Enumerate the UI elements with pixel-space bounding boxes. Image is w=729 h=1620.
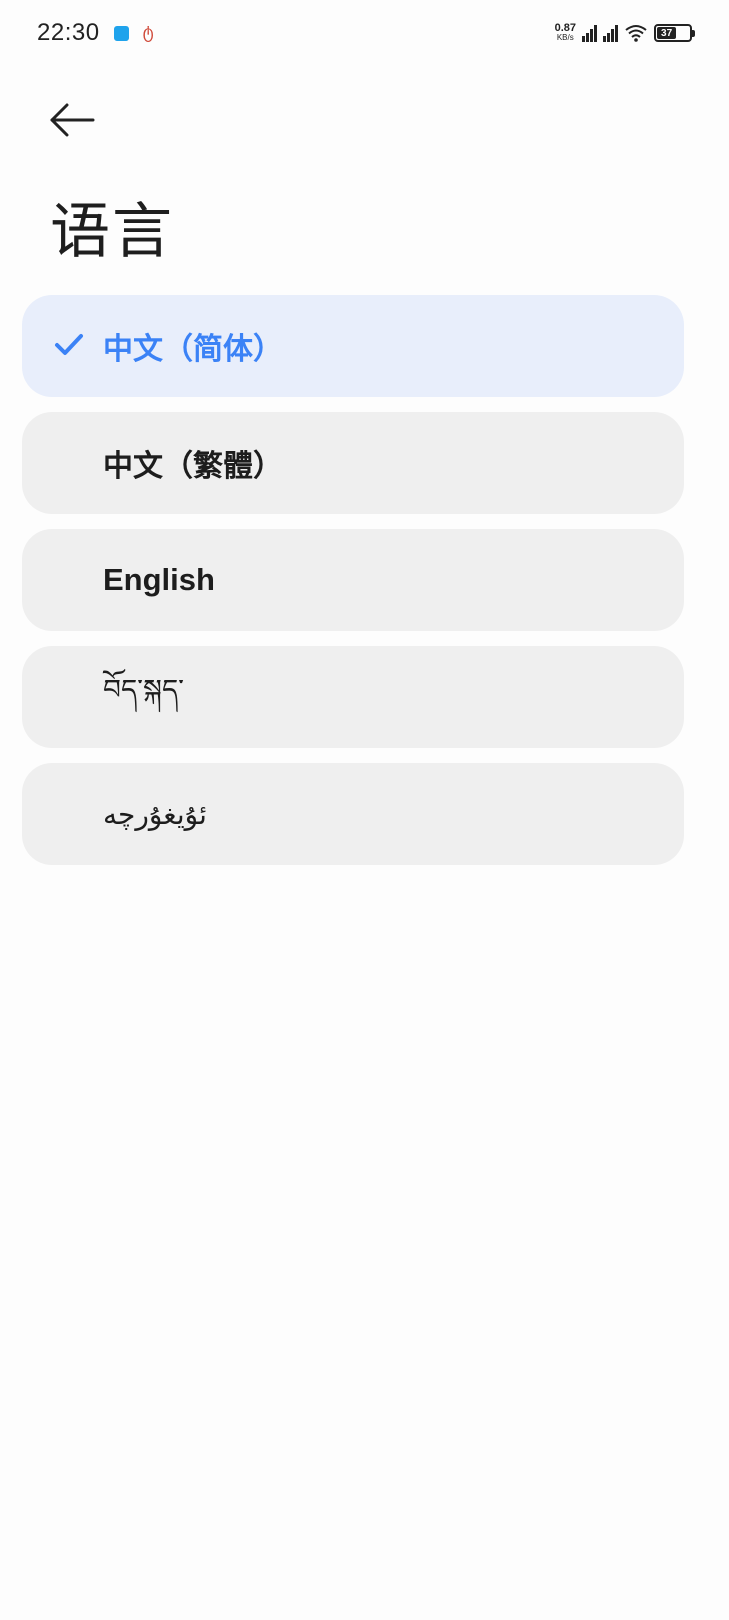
notification-app-icon — [113, 25, 129, 41]
battery-level: 37 — [657, 27, 677, 39]
language-label: English — [103, 562, 215, 597]
notification-app-2-icon: ტ — [142, 23, 154, 43]
signal-2-icon — [603, 24, 618, 42]
language-settings-screen: 22:30 ტ 0.87 KB/s 37 语言 中文（简体） 中文（繁體） En… — [0, 0, 729, 1620]
status-bar: 22:30 ტ 0.87 KB/s 37 — [0, 0, 729, 66]
language-option-zh-hans[interactable]: 中文（简体） — [22, 295, 684, 397]
language-option-english[interactable]: English — [22, 529, 684, 631]
language-label: 中文（繁體） — [103, 449, 283, 484]
wifi-icon — [625, 25, 647, 42]
page-title: 语言 — [50, 197, 174, 267]
network-speed: 0.87 KB/s — [554, 22, 576, 43]
network-speed-unit: KB/s — [556, 33, 574, 42]
language-option-zh-hant[interactable]: 中文（繁體） — [22, 412, 684, 514]
language-label: 中文（简体） — [103, 332, 283, 367]
status-time: 22:30 — [37, 19, 100, 46]
status-bar-right: 0.87 KB/s 37 — [554, 22, 695, 43]
language-list: 中文（简体） 中文（繁體） English བོད་སྐད་ ئۇيغۇرچە — [22, 295, 684, 880]
language-option-uyghur[interactable]: ئۇيغۇرچە — [22, 763, 684, 865]
checkmark-icon — [55, 334, 83, 355]
signal-1-icon — [582, 24, 597, 42]
language-label: ئۇيغۇرچە — [103, 797, 207, 831]
network-speed-value: 0.87 — [554, 22, 576, 34]
arrow-left-icon — [50, 103, 95, 137]
language-option-tibetan[interactable]: བོད་སྐད་ — [22, 646, 684, 748]
language-label: བོད་སྐད་ — [103, 672, 185, 706]
battery-icon: 37 — [654, 24, 695, 42]
status-bar-left: 22:30 ტ — [37, 19, 154, 47]
back-button[interactable] — [44, 96, 100, 144]
